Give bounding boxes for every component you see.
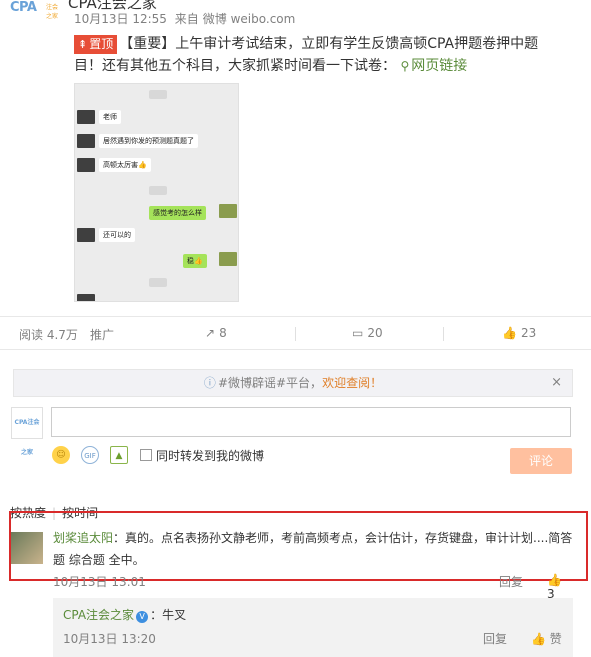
sub-comment-text: ：牛叉 [150, 608, 187, 622]
like-button[interactable]: 👍 23 [502, 326, 536, 340]
notice-link[interactable]: 欢迎查阅！ [322, 376, 382, 390]
chat-bubble: 还可以的 [99, 228, 135, 242]
divider [443, 327, 444, 341]
pin-icon: ⇞ [78, 38, 88, 51]
close-icon[interactable]: × [551, 370, 562, 396]
sub-comment: CPA注会之家 V ：牛叉 10月13日 13:20 回复 👍 赞 [53, 598, 573, 657]
comment-icon: ▭ [352, 326, 364, 340]
chat-bubble: 感觉考的怎么样 [149, 206, 206, 220]
chat-avatar [77, 134, 95, 148]
post-body: 【重要】上午审计考试结束，立即有学生反馈高顿CPA押题卷押中题目！还有其他五个科… [74, 36, 539, 74]
chat-bubble: 老师 [99, 110, 121, 124]
like-count: 23 [520, 326, 537, 340]
chat-bubble: 居然遇到你发的预测题真题了 [99, 134, 198, 148]
source-prefix: 来自 [174, 12, 199, 26]
post-meta: 10月13日 12:55 来自 微博 weibo.com [74, 10, 299, 27]
comment-count: 20 [367, 326, 383, 340]
sub-comment-time: 10月13日 13:20 [63, 632, 156, 646]
rumor-notice: ⓘ #微博辟谣#平台，欢迎查阅！ × [13, 369, 573, 397]
red-highlight-box [9, 511, 588, 581]
web-link-label: 网页链接 [411, 58, 468, 74]
web-link[interactable]: ⚲ 网页链接 [400, 58, 467, 74]
top-tag: ⇞ 置顶 [74, 35, 118, 54]
chat-avatar [77, 294, 95, 301]
logo-subtext: 注会之家 [46, 4, 59, 20]
chat-avatar [77, 228, 95, 242]
chat-timestamp [149, 90, 167, 99]
post-date[interactable]: 10月13日 12:55 [74, 12, 167, 26]
chat-bubble: 稳👍 [183, 254, 207, 268]
reply-button[interactable]: 回复 [499, 573, 523, 590]
my-avatar[interactable]: CPA注会之家 [11, 407, 43, 456]
sub-comment-body: CPA注会之家 V ：牛叉 [63, 606, 186, 623]
forward-button[interactable]: ↗ 8 [205, 326, 227, 340]
thumbs-up-icon: 👍 [502, 326, 517, 340]
forward-count: 8 [219, 326, 227, 340]
comment-input[interactable] [51, 407, 571, 437]
forward-icon: ↗ [205, 326, 216, 340]
sub-commenter-name[interactable]: CPA注会之家 [63, 608, 134, 622]
sub-like-label: 赞 [549, 632, 562, 646]
chat-timestamp [149, 186, 167, 195]
submit-comment-button[interactable]: 评论 [510, 448, 572, 474]
thumbs-up-icon: 👍 [531, 632, 546, 646]
chat-avatar [219, 204, 237, 218]
logo-text: CPA [10, 0, 37, 15]
chat-bubble: 高顿太厉害👍 [99, 158, 151, 172]
forward-checkbox-label: 同时转发到我的微博 [156, 449, 265, 463]
info-icon: ⓘ [203, 376, 216, 390]
comment-like-button[interactable]: 👍 3 [547, 573, 573, 601]
forward-checkbox[interactable] [140, 449, 152, 461]
gif-icon[interactable]: GIF [81, 446, 99, 464]
chat-avatar [77, 110, 95, 124]
sub-reply-button[interactable]: 回复 [483, 630, 507, 647]
post-content: ⇞ 置顶 【重要】上午审计考试结束，立即有学生反馈高顿CPA押题卷押中题目！还有其他… [74, 33, 562, 77]
divider [295, 327, 296, 341]
chat-timestamp [149, 278, 167, 287]
link-icon: ⚲ [400, 59, 410, 73]
weibo-post-card: CPA 注会之家 CPA注会之家 10月13日 12:55 来自 微博 weibo… [0, 0, 591, 657]
post-stats-bar: 阅读 4.7万 推广 ↗ 8 ▭ 20 👍 23 [0, 316, 591, 350]
read-count: 阅读 4.7万 [19, 328, 78, 342]
chat-avatar [77, 158, 95, 172]
thumbs-up-icon: 👍 [547, 573, 562, 587]
verified-icon: V [136, 611, 149, 623]
post-source[interactable]: 微博 weibo.com [203, 12, 296, 26]
author-logo[interactable]: CPA 注会之家 [10, 0, 62, 20]
comment-button[interactable]: ▭ 20 [352, 326, 383, 340]
top-tag-label: 置顶 [89, 37, 114, 51]
notice-text: #微博辟谣#平台， [217, 376, 323, 390]
comment-time: 10月13日 13:01 [53, 575, 146, 589]
emoji-icon[interactable]: ☺ [52, 446, 70, 464]
promote-button[interactable]: 推广 [90, 326, 114, 343]
image-icon[interactable]: ▲ [110, 446, 128, 464]
sub-like-button[interactable]: 👍 赞 [531, 630, 562, 647]
post-image-chat-screenshot[interactable]: 老师 居然遇到你发的预测题真题了 高顿太厉害👍 感觉考的怎么样 还可以的 稳👍 [74, 83, 239, 302]
chat-avatar [219, 252, 237, 266]
